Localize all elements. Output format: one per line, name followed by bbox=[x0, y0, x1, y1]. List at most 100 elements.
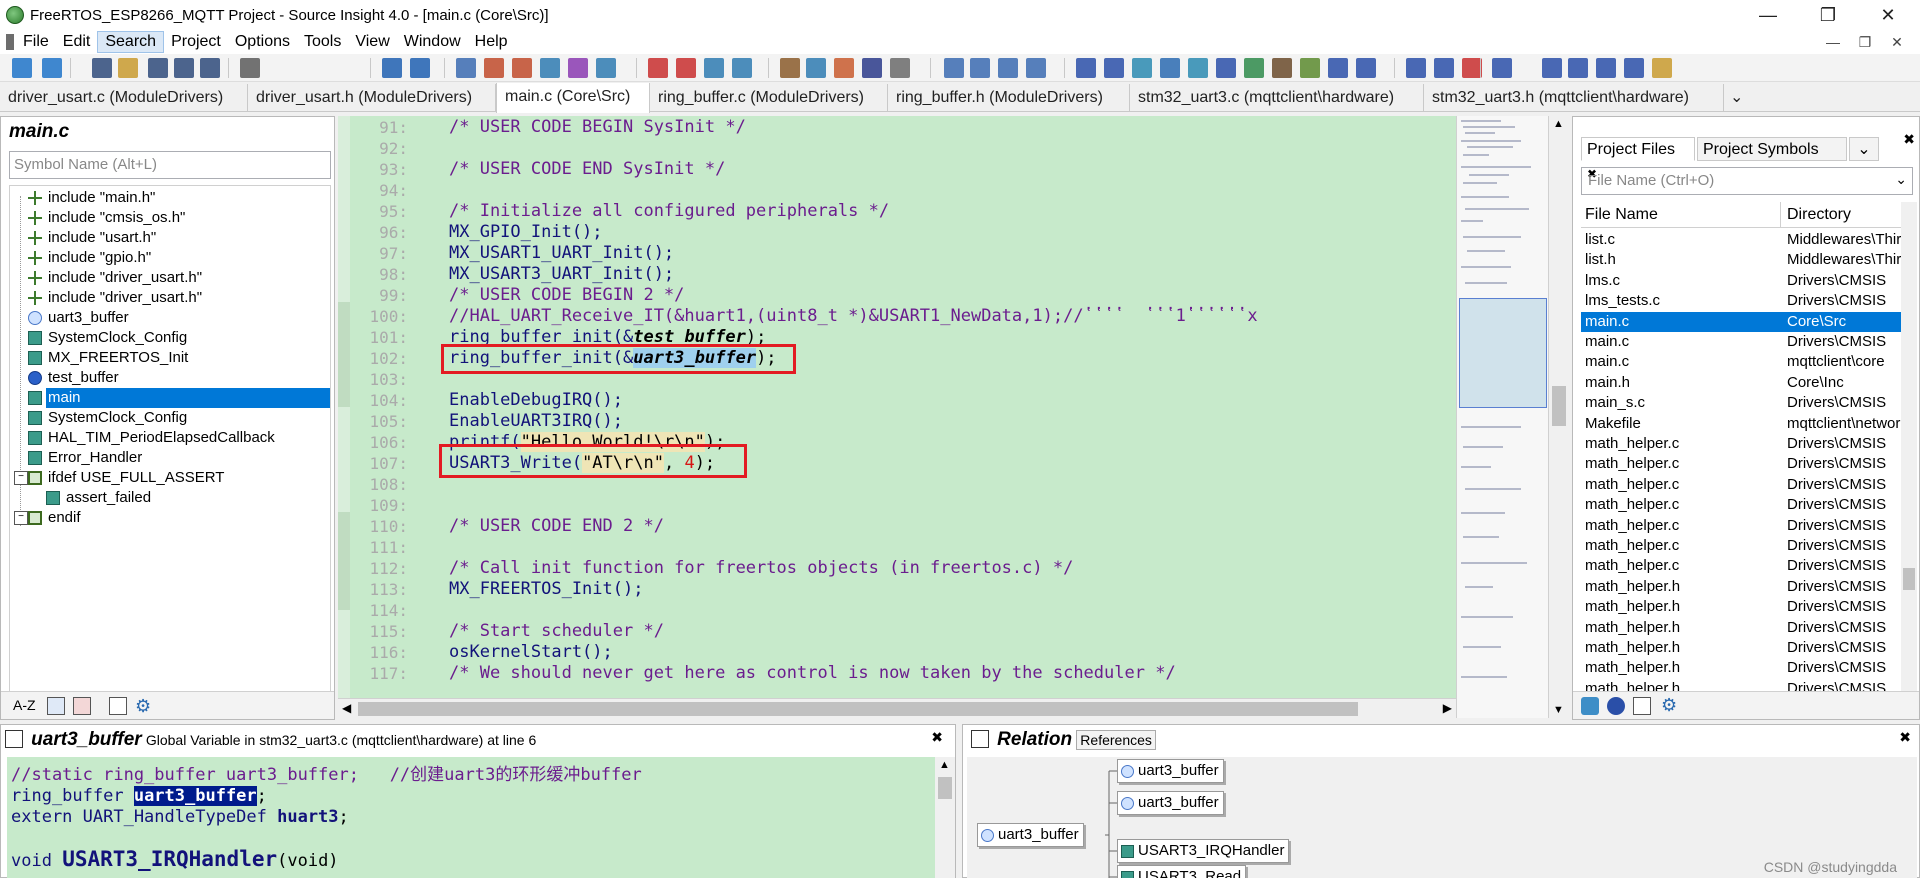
table-row[interactable]: lms.c Drivers\CMSIS bbox=[1581, 271, 1901, 291]
save-all-icon[interactable] bbox=[174, 58, 194, 78]
tab-file[interactable]: ring_buffer.h (ModuleDrivers) bbox=[888, 84, 1130, 112]
scroll-right-icon[interactable]: ▶ bbox=[1443, 701, 1452, 715]
tab-project-files[interactable]: Project Files ✖ bbox=[1581, 137, 1695, 181]
tree-icon[interactable] bbox=[1272, 58, 1292, 78]
close-panel-icon[interactable]: ✖ bbox=[1899, 729, 1911, 746]
close-button[interactable]: ✕ bbox=[1860, 0, 1916, 30]
menu-tools[interactable]: Tools bbox=[297, 31, 348, 53]
browse-icon[interactable] bbox=[512, 58, 532, 78]
symbol-list-item[interactable]: include "gpio.h" bbox=[10, 248, 330, 268]
menu-edit[interactable]: Edit bbox=[56, 31, 98, 53]
column-header-file-name[interactable]: File Name bbox=[1581, 202, 1781, 228]
gear-icon[interactable]: ⚙ bbox=[135, 696, 151, 717]
table-row[interactable]: math_helper.h Drivers\CMSIS bbox=[1581, 577, 1901, 597]
code-editor[interactable]: 91: /* USER CODE BEGIN SysInit */ 92: 93: /*… bbox=[338, 116, 1456, 718]
style-c-icon[interactable] bbox=[1568, 58, 1588, 78]
jump-icon[interactable] bbox=[484, 58, 504, 78]
style-a-icon[interactable] bbox=[1492, 58, 1512, 78]
relation-child-node[interactable]: uart3_buffer bbox=[1117, 759, 1224, 783]
symbol-list-item[interactable]: − ifdef USE_FULL_ASSERT bbox=[10, 468, 330, 488]
tab-file[interactable]: stm32_uart3.h (mqttclient\hardware) bbox=[1424, 84, 1724, 112]
table-row[interactable]: math_helper.c Drivers\CMSIS bbox=[1581, 454, 1901, 474]
symbol-list-item[interactable]: − endif bbox=[10, 508, 330, 528]
symbol-list-item[interactable]: HAL_TIM_PeriodElapsedCallback bbox=[10, 428, 330, 448]
save-icon[interactable] bbox=[148, 58, 168, 78]
close-file-icon[interactable] bbox=[200, 58, 220, 78]
context-window-icon[interactable] bbox=[834, 58, 854, 78]
scroll-thumb[interactable] bbox=[1903, 568, 1915, 590]
overview-viewport[interactable] bbox=[1459, 298, 1547, 408]
menu-search[interactable]: Search bbox=[97, 31, 165, 53]
close-panel-icon[interactable]: ✖ bbox=[931, 729, 943, 746]
sort-az-icon[interactable]: A-Z bbox=[13, 697, 36, 713]
symbol-list-item[interactable]: test_buffer bbox=[10, 368, 330, 388]
indent-icon[interactable] bbox=[1406, 58, 1426, 78]
column-header-directory[interactable]: Directory bbox=[1783, 202, 1901, 228]
layout-1-icon[interactable] bbox=[944, 58, 964, 78]
style-b-icon[interactable] bbox=[1542, 58, 1562, 78]
table-row[interactable]: main.h Core\Inc bbox=[1581, 373, 1901, 393]
style-f-icon[interactable] bbox=[1652, 58, 1672, 78]
menu-view[interactable]: View bbox=[348, 31, 396, 53]
back-icon[interactable] bbox=[12, 58, 32, 78]
menu-help[interactable]: Help bbox=[468, 31, 515, 53]
vertical-scroll-thumb[interactable] bbox=[1552, 386, 1566, 426]
table-row[interactable]: math_helper.h Drivers\CMSIS bbox=[1581, 597, 1901, 617]
table-row[interactable]: main_s.c Drivers\CMSIS bbox=[1581, 393, 1901, 413]
list-view-icon[interactable] bbox=[47, 697, 65, 715]
code-overview-strip[interactable] bbox=[1456, 116, 1548, 718]
tab-file[interactable]: ring_buffer.c (ModuleDrivers) bbox=[650, 84, 888, 112]
minimize-button[interactable]: — bbox=[1740, 0, 1796, 30]
graph-icon[interactable] bbox=[1244, 58, 1264, 78]
undo-icon[interactable] bbox=[382, 58, 402, 78]
file-search-input[interactable]: File Name (Ctrl+O) bbox=[1581, 167, 1913, 195]
bookmark-next-icon[interactable] bbox=[676, 58, 696, 78]
table-row[interactable]: math_helper.c Drivers\CMSIS bbox=[1581, 516, 1901, 536]
expand-icon[interactable] bbox=[1328, 58, 1348, 78]
scroll-down-icon[interactable]: ▼ bbox=[1553, 704, 1564, 716]
mdi-close-button[interactable]: ✕ bbox=[1882, 30, 1912, 54]
table-row[interactable]: math_helper.c Drivers\CMSIS bbox=[1581, 495, 1901, 515]
scroll-left-icon[interactable]: ◀ bbox=[342, 701, 351, 715]
scroll-thumb[interactable] bbox=[938, 777, 952, 799]
table-row[interactable]: math_helper.c Drivers\CMSIS bbox=[1581, 556, 1901, 576]
sync-icon[interactable] bbox=[1188, 58, 1208, 78]
rename-icon[interactable] bbox=[890, 58, 910, 78]
table-row[interactable]: main.c Core\Src bbox=[1581, 311, 1901, 332]
project-window-icon[interactable] bbox=[806, 58, 826, 78]
bookmark-prev-icon[interactable] bbox=[704, 58, 724, 78]
search-project-icon[interactable] bbox=[596, 58, 616, 78]
tab-project-symbols[interactable]: Project Symbols bbox=[1697, 137, 1847, 161]
table-row[interactable]: main.c Drivers\CMSIS bbox=[1581, 332, 1901, 352]
symbol-list-item[interactable]: assert_failed bbox=[10, 488, 330, 508]
project-icon[interactable] bbox=[1607, 697, 1625, 715]
table-row[interactable]: math_helper.c Drivers\CMSIS bbox=[1581, 475, 1901, 495]
tab-file[interactable]: driver_usart.c (ModuleDrivers) bbox=[0, 84, 248, 112]
scroll-up-icon[interactable]: ▲ bbox=[939, 759, 950, 771]
category-view-icon[interactable] bbox=[73, 697, 91, 715]
symbol-window-icon[interactable] bbox=[780, 58, 800, 78]
table-row[interactable]: math_helper.c Drivers\CMSIS bbox=[1581, 536, 1901, 556]
table-row[interactable]: list.h Middlewares\Third_Party bbox=[1581, 250, 1901, 270]
search-files-icon[interactable] bbox=[540, 58, 560, 78]
relation-child-node[interactable]: uart3_buffer bbox=[1117, 791, 1224, 815]
symbol-list-item[interactable]: MX_FREERTOS_Init bbox=[10, 348, 330, 368]
pin-icon[interactable] bbox=[971, 730, 989, 748]
list-icon[interactable] bbox=[1633, 697, 1651, 715]
relation-root-node[interactable]: uart3_buffer bbox=[977, 823, 1084, 847]
symbol-list-item[interactable]: include "usart.h" bbox=[10, 228, 330, 248]
print-icon[interactable] bbox=[240, 58, 260, 78]
tab-file[interactable]: main.c (Core\Src) bbox=[496, 83, 650, 113]
symbol-list-item[interactable]: include "driver_usart.h" bbox=[10, 288, 330, 308]
horizontal-scrollbar[interactable]: ◀ ▶ bbox=[338, 698, 1456, 718]
collapse-icon[interactable]: − bbox=[14, 511, 28, 525]
table-row[interactable]: list.c Middlewares\Third_Party bbox=[1581, 230, 1901, 250]
replace-icon[interactable] bbox=[568, 58, 588, 78]
outdent-icon[interactable] bbox=[1434, 58, 1454, 78]
tab-overflow-chevron-icon[interactable]: ⌄ bbox=[1724, 84, 1752, 112]
project-icon[interactable] bbox=[1076, 58, 1096, 78]
symbol-search-input[interactable]: Symbol Name (Alt+L) bbox=[9, 151, 331, 179]
bookmark-icon[interactable] bbox=[648, 58, 668, 78]
maximize-button[interactable]: ❐ bbox=[1800, 0, 1856, 30]
table-row[interactable]: math_helper.h Drivers\CMSIS bbox=[1581, 638, 1901, 658]
